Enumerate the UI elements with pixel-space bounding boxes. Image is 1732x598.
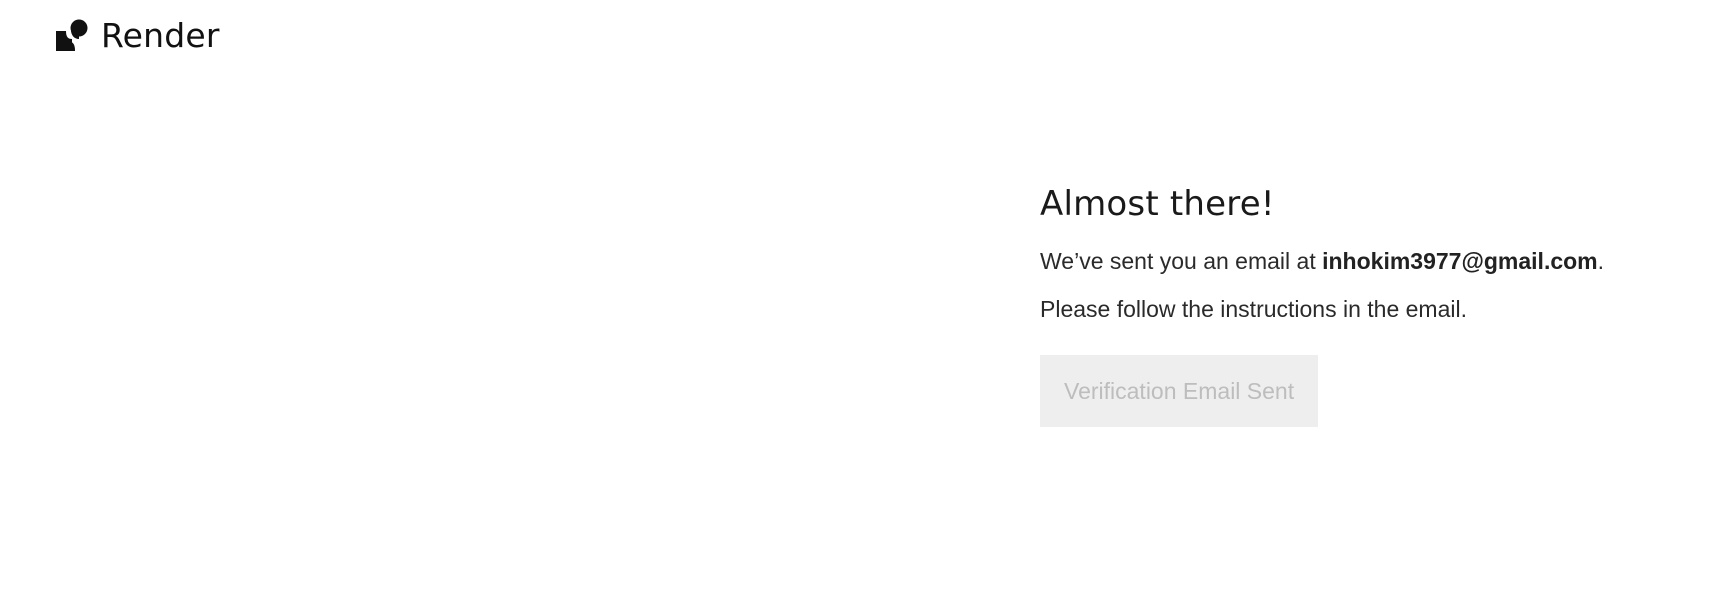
verify-email-page: Render Almost there! We’ve sent you an e…	[0, 0, 1732, 598]
user-email: inhokim3977@gmail.com	[1322, 248, 1598, 275]
page-title: Almost there!	[1040, 184, 1275, 224]
verification-panel: Almost there! We’ve sent you an email at…	[1040, 184, 1700, 428]
instructions-text: Please follow the instructions in the em…	[1040, 296, 1467, 323]
verification-email-sent-button[interactable]: Verification Email Sent	[1040, 355, 1319, 428]
email-sent-suffix: .	[1597, 248, 1605, 275]
brand-logo-link[interactable]: Render	[55, 18, 220, 52]
email-sent-message: We’ve sent you an email at inhokim3977@g…	[1040, 245, 1700, 277]
brand-name: Render	[101, 15, 220, 55]
render-logo-icon	[56, 19, 88, 51]
email-sent-prefix: We’ve sent you an email at	[1040, 248, 1323, 275]
